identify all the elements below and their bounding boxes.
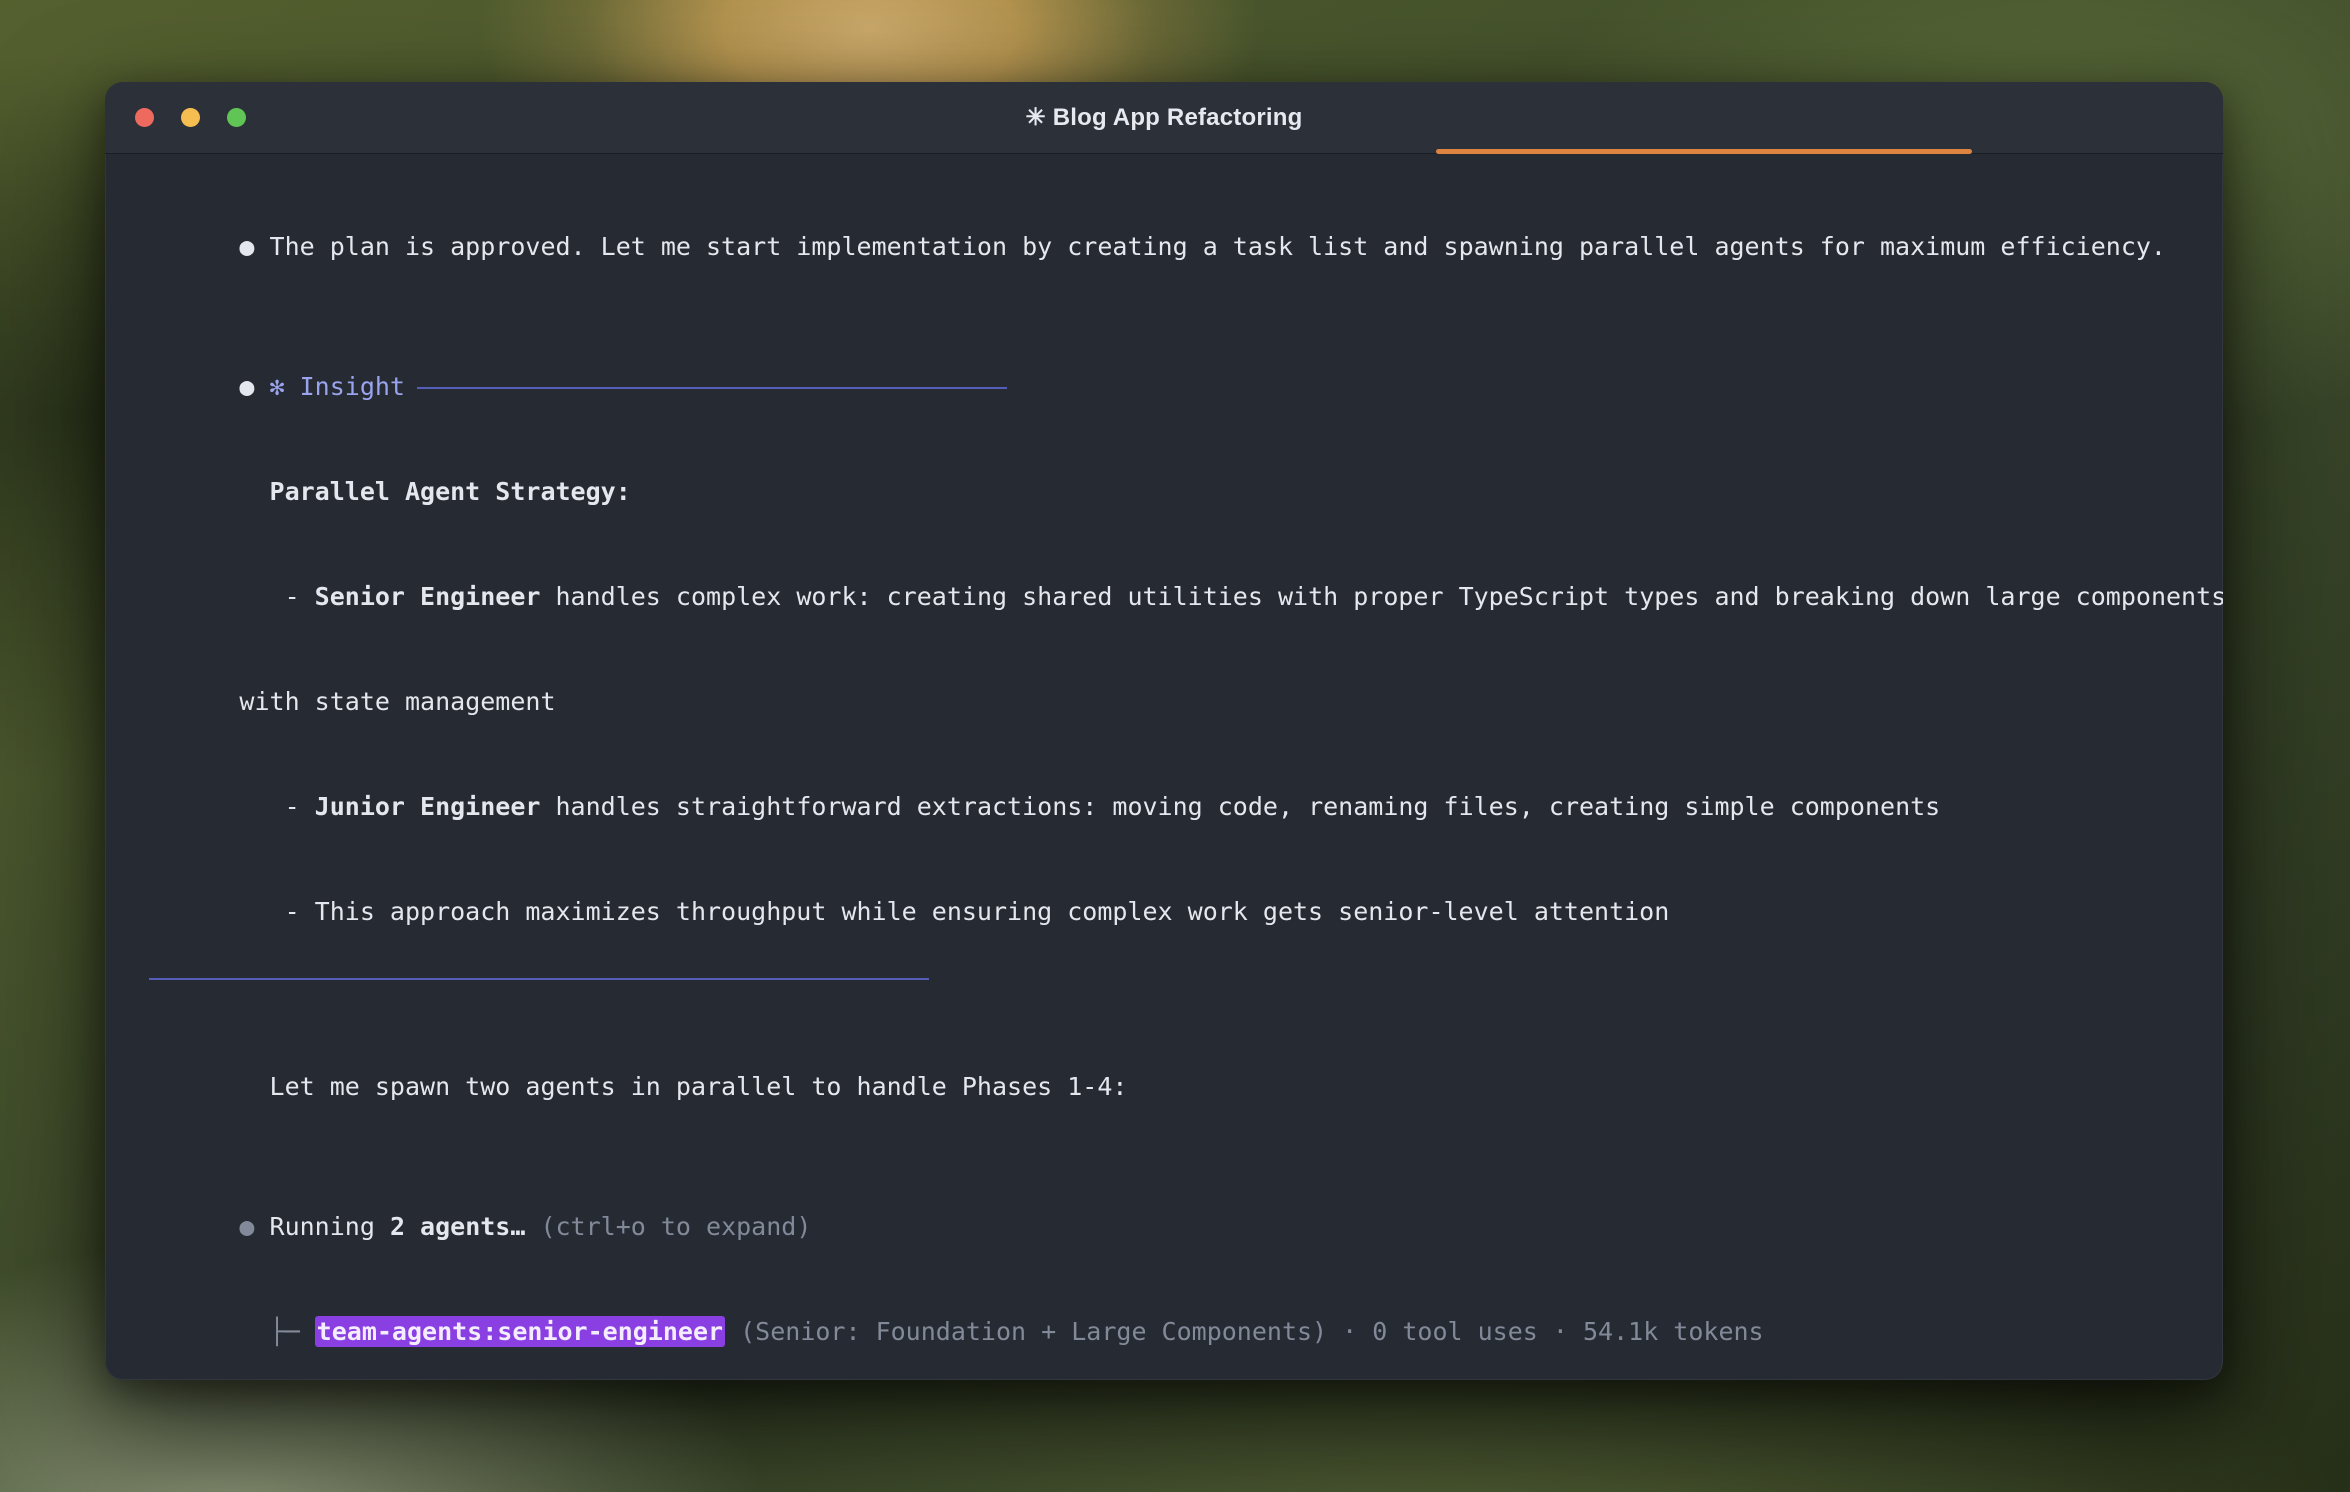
running-count: 2 agents… bbox=[390, 1212, 525, 1241]
list-dash: - bbox=[285, 792, 315, 821]
insight-rule-bottom bbox=[149, 978, 929, 980]
running-expand-hint: (ctrl+o to expand) bbox=[525, 1212, 811, 1241]
close-button[interactable] bbox=[135, 108, 154, 127]
junior-engineer-text: handles straightforward extractions: mov… bbox=[540, 792, 1940, 821]
junior-engineer-name: Junior Engineer bbox=[315, 792, 541, 821]
window-titlebar[interactable]: ✳ Blog App Refactoring bbox=[105, 82, 2223, 154]
spawn-message: Let me spawn two agents in parallel to h… bbox=[119, 1034, 2209, 1139]
insight-approach-line: - This approach maximizes throughput whi… bbox=[119, 859, 2209, 964]
insight-star-icon: ✻ bbox=[270, 369, 300, 404]
insight-senior-line: - Senior Engineer handles complex work: … bbox=[119, 544, 2209, 649]
window-title: ✳ Blog App Refactoring bbox=[1026, 103, 1303, 132]
insight-heading: Parallel Agent Strategy: bbox=[119, 439, 2209, 544]
minimize-button[interactable] bbox=[181, 108, 200, 127]
plan-message-text: The plan is approved. Let me start imple… bbox=[270, 232, 2166, 261]
approach-text: - This approach maximizes throughput whi… bbox=[285, 897, 1670, 926]
tree-branch-icon: ├─ bbox=[270, 1317, 315, 1346]
agents-running-line: ●Running 2 agents… (ctrl+o to expand) bbox=[119, 1174, 2209, 1279]
desktop-background: ✳ Blog App Refactoring ●The plan is appr… bbox=[0, 0, 2350, 1492]
list-dash: - bbox=[285, 582, 315, 611]
message-bullet-icon: ● bbox=[239, 229, 269, 264]
spawn-message-text: Let me spawn two agents in parallel to h… bbox=[270, 1072, 1128, 1101]
agent-row-senior: ├─ team-agents:senior-engineer (Senior: … bbox=[119, 1279, 2209, 1380]
message-bullet-icon: ● bbox=[239, 369, 269, 404]
insight-header: ●✻Insight bbox=[119, 334, 2209, 439]
insight-junior-line: - Junior Engineer handles straightforwar… bbox=[119, 754, 2209, 859]
terminal-transcript: ●The plan is approved. Let me start impl… bbox=[105, 154, 2223, 1380]
insight-rule-top bbox=[417, 387, 1007, 389]
senior-engineer-text-wrap: with state management bbox=[239, 687, 555, 716]
titlebar-accent-line bbox=[1436, 149, 1972, 154]
senior-engineer-text: handles complex work: creating shared ut… bbox=[540, 582, 2223, 611]
running-label: Running bbox=[270, 1212, 390, 1241]
senior-engineer-name: Senior Engineer bbox=[315, 582, 541, 611]
window-controls bbox=[135, 82, 246, 153]
insight-senior-wrap-line: with state management bbox=[119, 649, 2209, 754]
insight-heading-text: Parallel Agent Strategy: bbox=[270, 477, 631, 506]
senior-agent-description: (Senior: Foundation + Large Components) … bbox=[725, 1317, 1764, 1346]
insight-label: Insight bbox=[300, 372, 405, 401]
assistant-message-plan: ●The plan is approved. Let me start impl… bbox=[119, 194, 2209, 299]
senior-agent-badge: team-agents:senior-engineer bbox=[315, 1316, 725, 1347]
maximize-button[interactable] bbox=[227, 108, 246, 127]
terminal-window: ✳ Blog App Refactoring ●The plan is appr… bbox=[105, 82, 2223, 1380]
running-bullet-icon: ● bbox=[239, 1209, 269, 1244]
